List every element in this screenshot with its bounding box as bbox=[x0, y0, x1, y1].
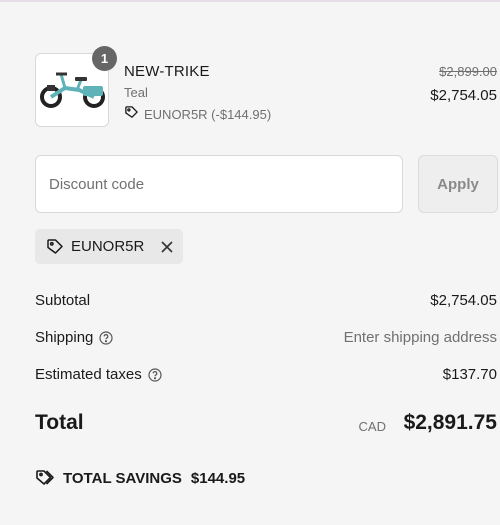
product-discount-text: EUNOR5R (-$144.95) bbox=[144, 106, 272, 122]
tags-icon bbox=[35, 468, 55, 488]
apply-button[interactable]: Apply bbox=[418, 155, 498, 213]
applied-discount-chip: EUNOR5R bbox=[35, 229, 183, 264]
close-icon[interactable] bbox=[159, 239, 175, 255]
discounted-price: $2,754.05 bbox=[430, 87, 497, 104]
original-price: $2,899.00 bbox=[439, 64, 497, 79]
total-value: $2,891.75 bbox=[403, 411, 497, 434]
subtotal-value: $2,754.05 bbox=[430, 292, 497, 309]
product-discount: EUNOR5R (-$144.95) bbox=[124, 105, 271, 123]
top-divider bbox=[0, 0, 500, 2]
taxes-label: Estimated taxes bbox=[35, 366, 142, 383]
savings-label: TOTAL SAVINGS bbox=[63, 469, 182, 487]
applied-discount-code: EUNOR5R bbox=[71, 238, 145, 255]
line-item: 1 NEW-TRIKE Teal EUNOR5R (-$144.95) $2,8… bbox=[35, 46, 497, 129]
product-name: NEW-TRIKE bbox=[124, 63, 210, 80]
total-label: Total bbox=[35, 411, 84, 434]
taxes-value: $137.70 bbox=[442, 366, 497, 383]
tag-icon bbox=[46, 238, 64, 256]
currency-code: CAD bbox=[358, 419, 386, 434]
product-variant: Teal bbox=[124, 85, 148, 100]
discount-code-input[interactable] bbox=[35, 155, 403, 213]
quantity-badge: 1 bbox=[92, 46, 117, 71]
tag-icon bbox=[124, 105, 139, 123]
shipping-label: Shipping bbox=[35, 329, 94, 346]
subtotal-label: Subtotal bbox=[35, 292, 91, 309]
question-circle-icon[interactable] bbox=[148, 367, 162, 382]
savings-amount: $144.95 bbox=[190, 469, 246, 487]
shipping-value: Enter shipping address bbox=[343, 329, 497, 346]
trike-image bbox=[40, 72, 105, 108]
total-savings: TOTAL SAVINGS $144.95 bbox=[35, 468, 245, 488]
question-circle-icon[interactable] bbox=[99, 330, 113, 345]
